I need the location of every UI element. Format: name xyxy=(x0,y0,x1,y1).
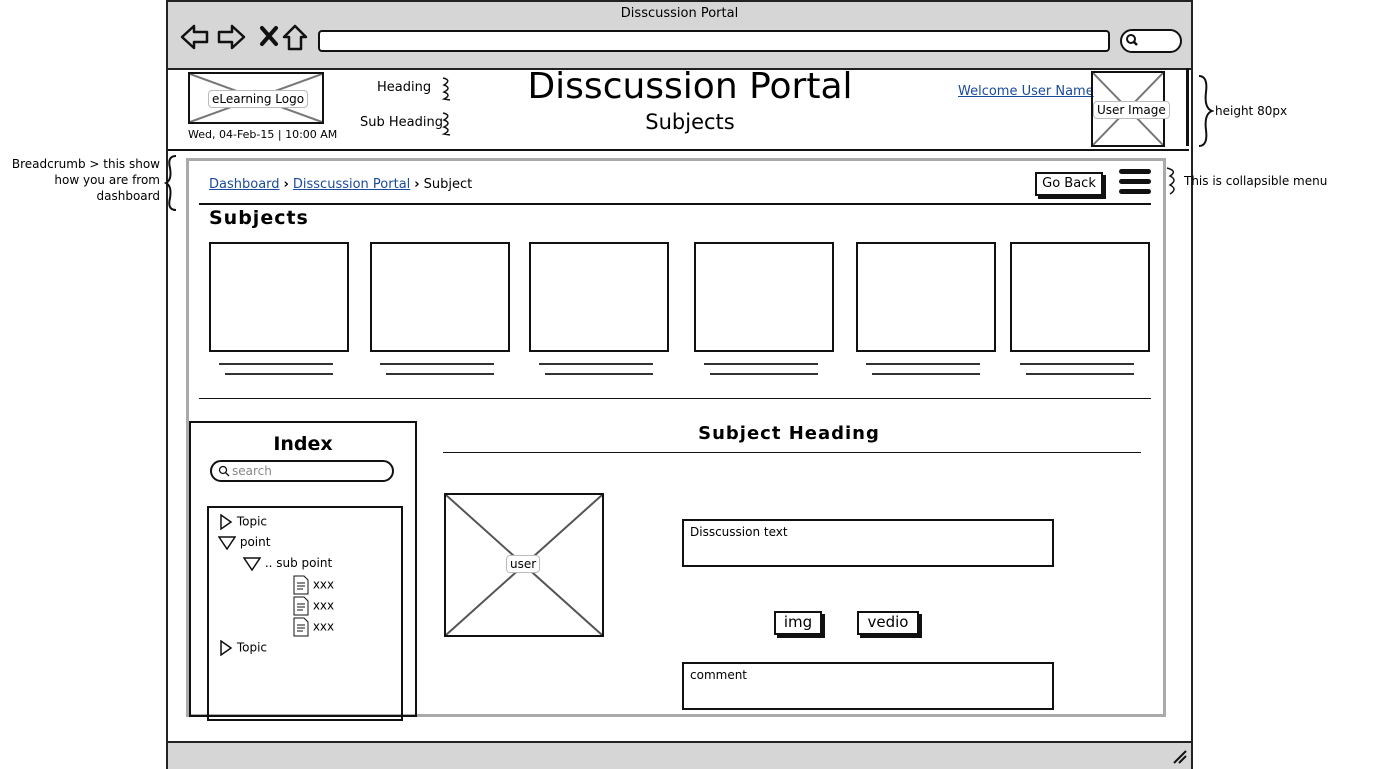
welcome-user-link[interactable]: Welcome User Name xyxy=(958,84,1094,99)
user-avatar-label: user xyxy=(506,555,541,573)
height-annotation: height 80px xyxy=(1215,104,1288,118)
subject-card[interactable] xyxy=(694,242,834,352)
subject-caption-line xyxy=(704,363,818,365)
img-button[interactable]: img xyxy=(774,611,822,635)
breadcrumb-annotation-line: how you are from xyxy=(54,173,160,187)
forward-arrow-icon[interactable] xyxy=(216,22,246,52)
breadcrumb-divider xyxy=(199,203,1151,205)
status-bar xyxy=(168,741,1191,769)
subjects-title: Subjects xyxy=(209,207,309,229)
heading-annotation: Heading xyxy=(377,80,432,95)
tree-item-point[interactable]: point xyxy=(217,535,270,550)
subject-caption-line xyxy=(866,363,980,365)
logo-label: eLearning Logo xyxy=(208,90,309,108)
page-subtitle: Subjects xyxy=(645,110,735,134)
tree-item-topic[interactable]: Topic xyxy=(219,639,267,657)
go-back-button[interactable]: Go Back xyxy=(1035,172,1103,196)
squiggle-icon xyxy=(441,77,451,101)
tree-item-file[interactable]: xxx xyxy=(293,575,334,595)
index-title: Index xyxy=(273,433,333,455)
subject-heading: Subject Heading xyxy=(698,423,880,444)
subject-card[interactable] xyxy=(1010,242,1150,352)
squiggle-icon xyxy=(441,112,451,136)
subject-caption-line xyxy=(872,373,980,375)
subject-card[interactable] xyxy=(370,242,510,352)
collapse-triangle-icon xyxy=(242,556,262,571)
index-search-input[interactable]: search xyxy=(210,460,394,482)
browser-search-field[interactable] xyxy=(1120,29,1182,53)
squiggle-icon xyxy=(1166,167,1175,195)
search-placeholder: search xyxy=(232,464,272,478)
topic-tree: Topic point .. sub point xxx xxx xxx Top… xyxy=(207,506,403,721)
subject-card[interactable] xyxy=(529,242,669,352)
chevron-right-icon: › xyxy=(283,177,289,192)
browser-titlebar: Disscussion Portal xyxy=(168,2,1191,70)
breadcrumb: Dashboard › Disscussion Portal › Subject xyxy=(209,177,472,192)
subject-caption-line xyxy=(545,373,653,375)
subject-caption-line xyxy=(219,363,333,365)
breadcrumb-current: Subject xyxy=(423,177,473,192)
user-image[interactable]: User Image xyxy=(1091,71,1170,147)
subject-caption-line xyxy=(225,373,333,375)
subject-card[interactable] xyxy=(209,242,349,352)
resize-grip-icon[interactable] xyxy=(1172,749,1188,765)
expand-triangle-icon xyxy=(220,639,233,657)
breadcrumb-link-dashboard[interactable]: Dashboard xyxy=(209,177,280,192)
subheading-annotation: Sub Heading xyxy=(360,115,443,130)
subject-caption-line xyxy=(1020,363,1134,365)
menu-annotation: This is collapsible menu xyxy=(1184,174,1328,188)
document-icon xyxy=(293,617,309,637)
collapse-triangle-icon xyxy=(217,535,237,550)
brace-icon xyxy=(164,155,177,211)
index-panel: Index search Topic point .. sub point xx… xyxy=(189,421,417,721)
subject-caption-line xyxy=(710,373,818,375)
page-header: eLearning Logo Wed, 04-Feb-15 | 10:00 AM… xyxy=(168,66,1189,151)
search-icon xyxy=(1126,34,1138,46)
breadcrumb-link-portal[interactable]: Disscussion Portal xyxy=(293,177,410,192)
subject-caption-line xyxy=(539,363,653,365)
user-image-label: User Image xyxy=(1093,101,1170,119)
video-button[interactable]: vedio xyxy=(857,611,919,635)
document-icon xyxy=(293,596,309,616)
user-avatar: user xyxy=(444,493,604,637)
chevron-right-icon: › xyxy=(414,177,420,192)
home-icon[interactable] xyxy=(280,22,310,52)
tree-item-file[interactable]: xxx xyxy=(293,617,334,637)
comment-field[interactable]: comment xyxy=(682,662,1054,710)
window-title: Disscussion Portal xyxy=(620,6,739,21)
url-bar[interactable] xyxy=(318,30,1110,52)
back-arrow-icon[interactable] xyxy=(180,22,210,52)
discussion-text-field[interactable]: Disscussion text xyxy=(682,519,1054,567)
breadcrumb-annotation-line: Breadcrumb > this show xyxy=(11,157,160,171)
subject-card[interactable] xyxy=(856,242,996,352)
subject-caption-line xyxy=(386,373,494,375)
date-time: Wed, 04-Feb-15 | 10:00 AM xyxy=(188,128,338,141)
section-divider xyxy=(199,398,1151,399)
expand-triangle-icon xyxy=(220,513,233,531)
header-divider xyxy=(1186,68,1189,146)
subject-caption-line xyxy=(1026,373,1134,375)
search-icon xyxy=(218,465,230,477)
elearning-logo[interactable]: eLearning Logo xyxy=(188,72,324,124)
document-icon xyxy=(293,575,309,595)
page-title: Disscussion Portal xyxy=(527,66,853,107)
content-panel: Dashboard › Disscussion Portal › Subject Go … xyxy=(186,158,1166,721)
tree-item-subpoint[interactable]: .. sub point xyxy=(242,556,332,571)
heading-divider xyxy=(443,452,1141,453)
brace-icon xyxy=(1198,75,1214,147)
tree-item-file[interactable]: xxx xyxy=(293,596,334,616)
breadcrumb-annotation: Breadcrumb > this show how you are from … xyxy=(0,156,160,204)
subject-caption-line xyxy=(380,363,494,365)
breadcrumb-annotation-line: dashboard xyxy=(96,189,160,203)
hamburger-menu-icon[interactable] xyxy=(1119,169,1151,199)
tree-item-topic[interactable]: Topic xyxy=(219,513,267,531)
